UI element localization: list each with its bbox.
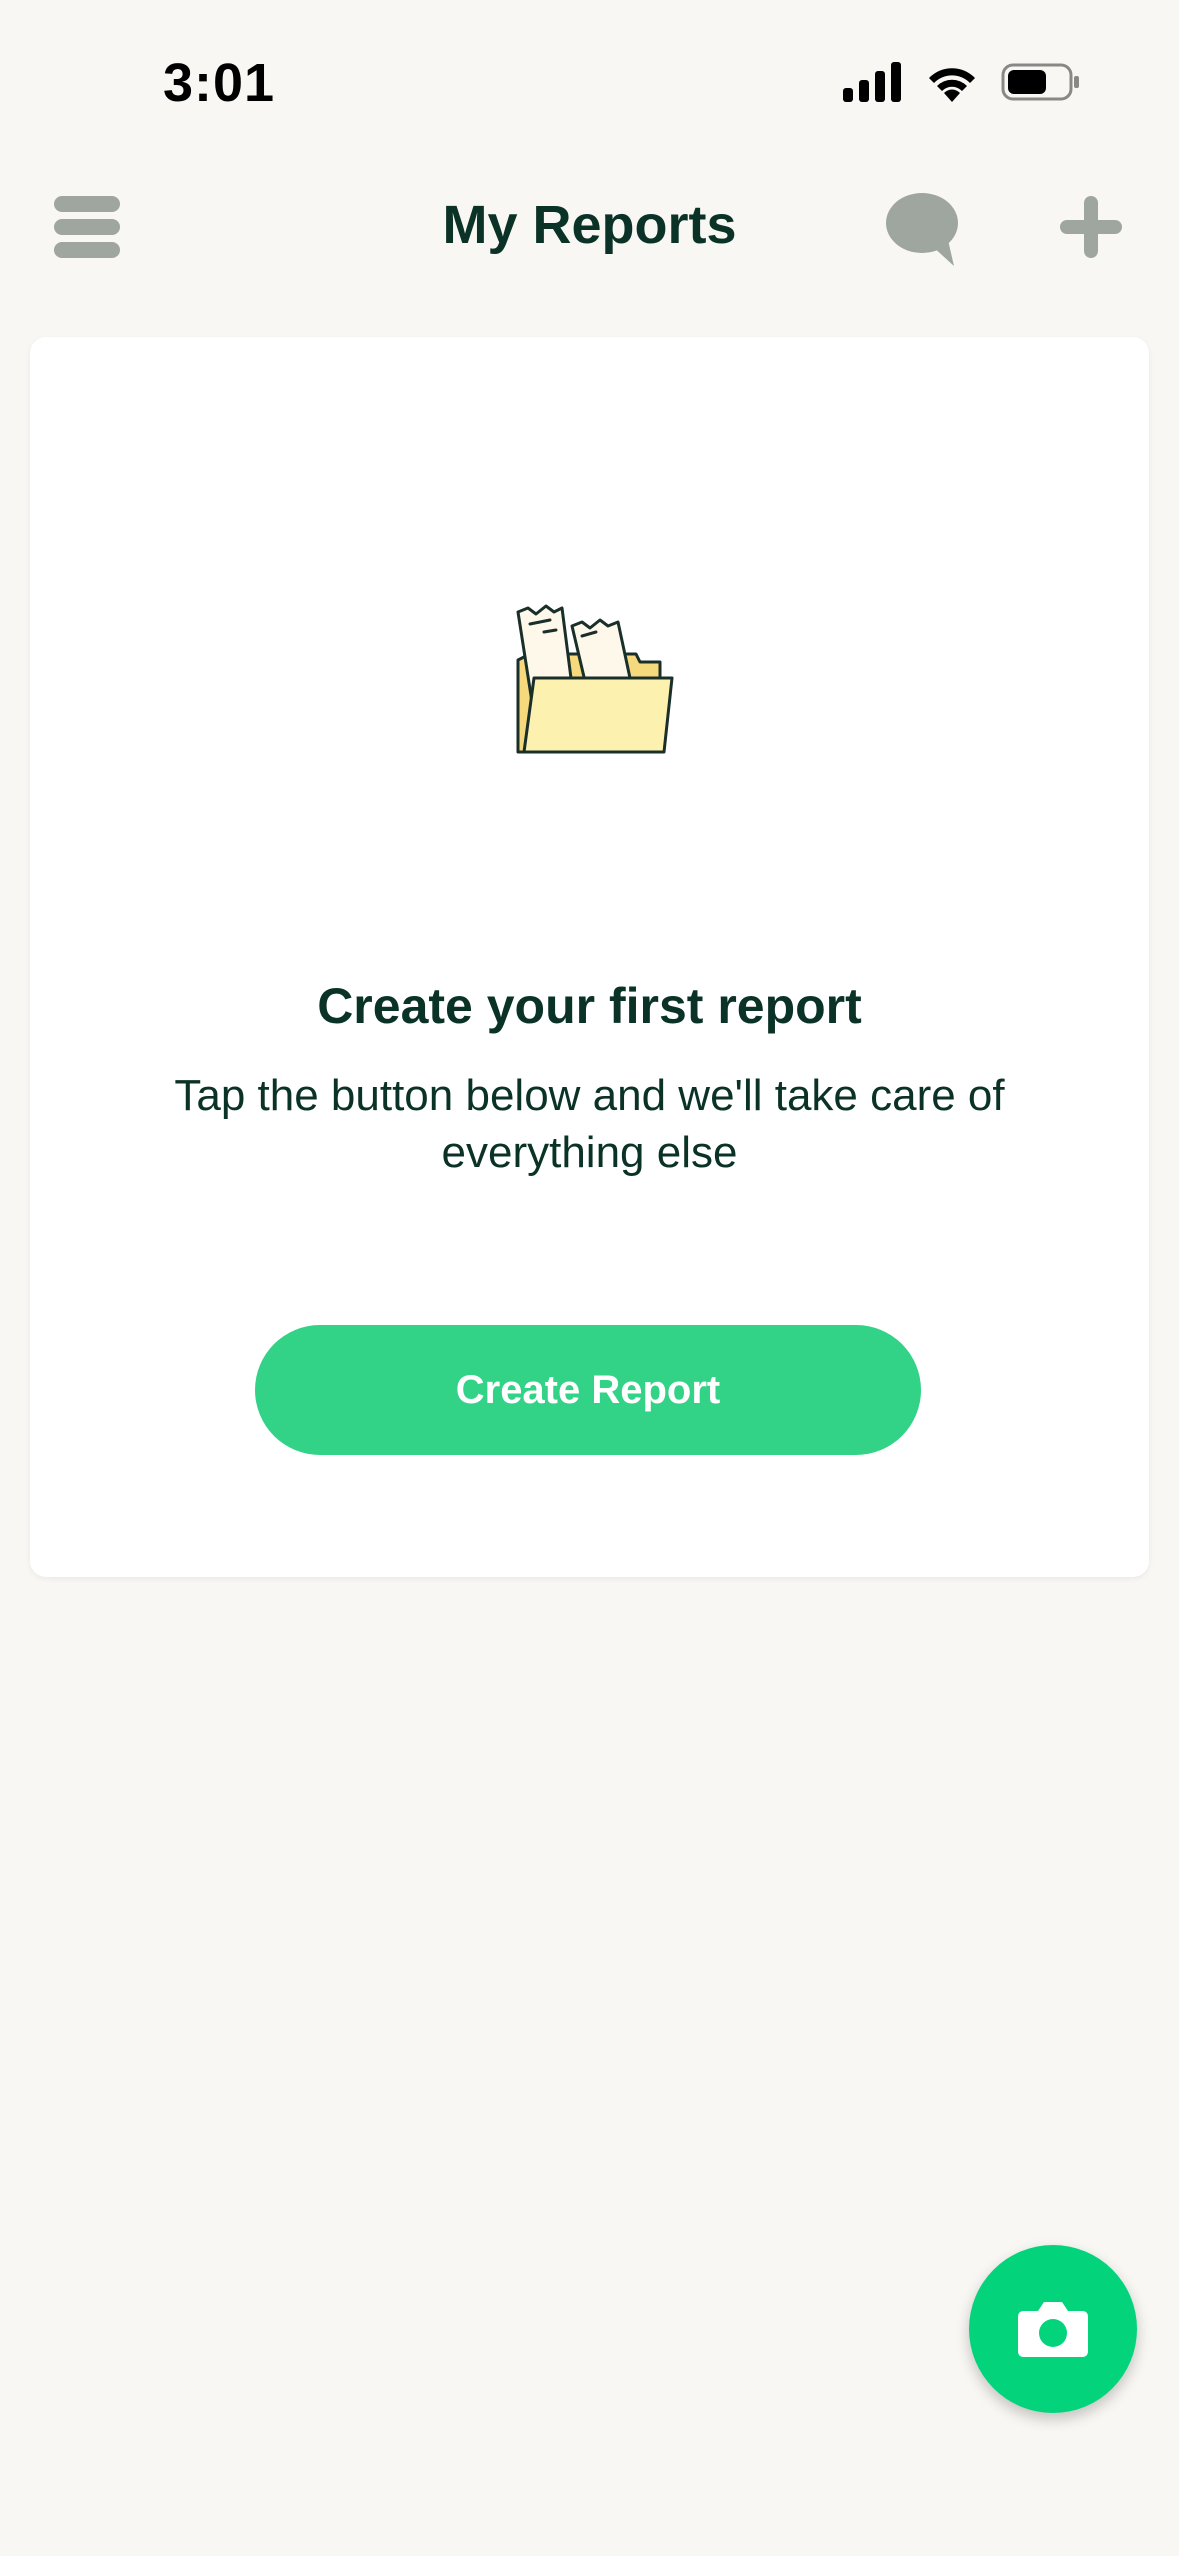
status-icons — [843, 62, 1081, 102]
empty-state-card: Create your first report Tap the button … — [30, 337, 1149, 1577]
status-bar: 3:01 — [0, 0, 1179, 150]
create-report-button[interactable]: Create Report — [255, 1325, 921, 1455]
folder-with-receipts-illustration — [516, 604, 674, 754]
app-header: My Reports — [0, 170, 1179, 285]
chat-bubble-icon[interactable] — [884, 188, 964, 268]
status-time: 3:01 — [163, 53, 276, 113]
cellular-signal-icon — [843, 62, 901, 102]
wifi-icon — [929, 68, 975, 102]
plus-icon[interactable] — [1058, 194, 1124, 260]
camera-icon — [1018, 2302, 1088, 2357]
empty-state-heading: Create your first report — [317, 978, 862, 1034]
page-title: My Reports — [442, 195, 737, 255]
empty-state-description: Tap the button below and we'll take care… — [174, 1071, 1005, 1177]
battery-icon — [1001, 63, 1079, 101]
scan-receipt-button[interactable] — [969, 2245, 1137, 2413]
